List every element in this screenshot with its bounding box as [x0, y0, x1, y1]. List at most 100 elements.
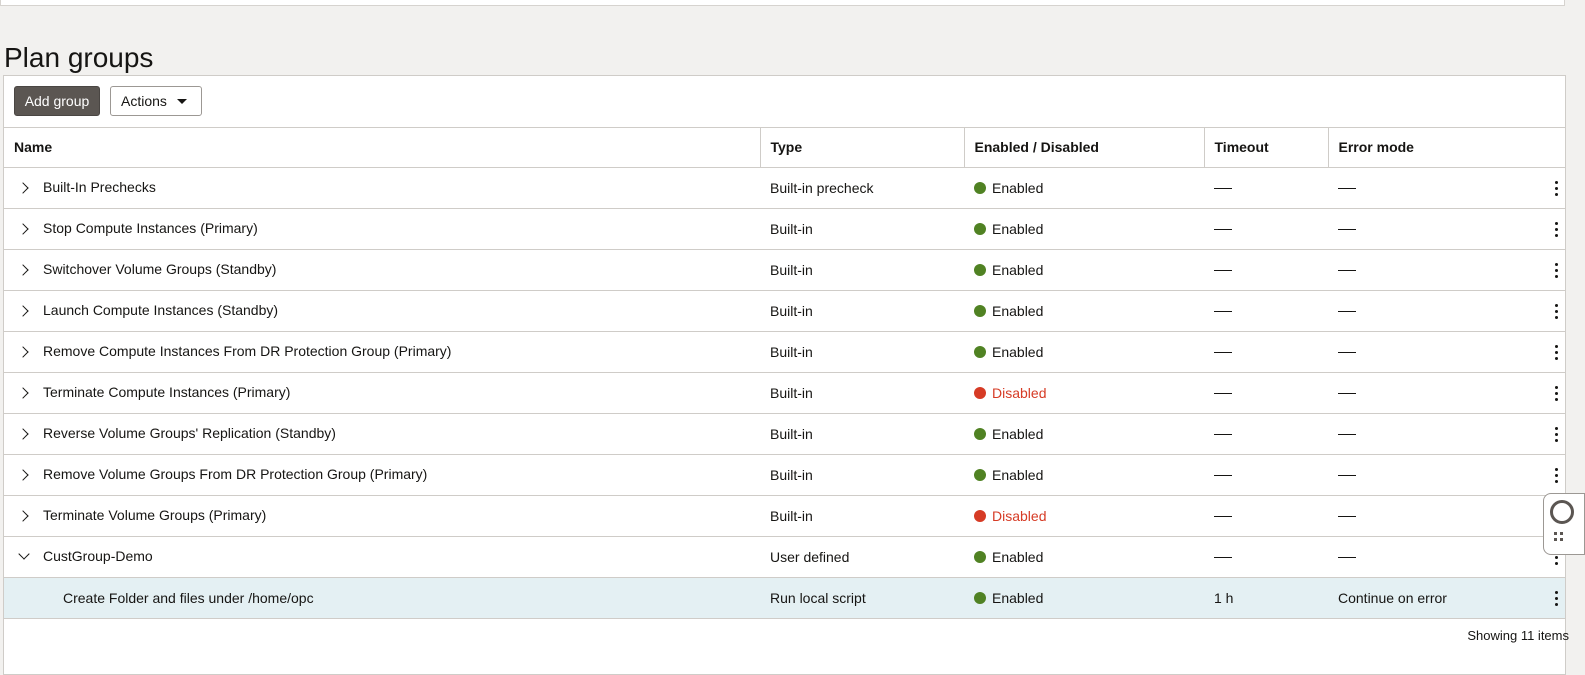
table-row[interactable]: Create Folder and files under /home/opc R…	[4, 577, 1565, 619]
status-enabled-icon	[974, 304, 986, 317]
empty-value-dash	[1214, 188, 1232, 190]
chevron-right-icon	[17, 223, 29, 235]
cell-timeout: 1 h	[1204, 577, 1328, 619]
empty-value-dash	[1214, 352, 1232, 354]
kebab-menu-icon[interactable]	[1555, 221, 1559, 238]
kebab-menu-icon[interactable]	[1555, 385, 1559, 402]
row-name: Create Folder and files under /home/opc	[63, 589, 314, 606]
timeout-value: 1 h	[1214, 589, 1234, 606]
column-header-type[interactable]: Type	[760, 128, 965, 168]
status-enabled-icon	[974, 591, 986, 604]
expand-row-button[interactable]	[15, 221, 35, 237]
kebab-menu-icon[interactable]	[1555, 180, 1559, 197]
column-header-error-mode[interactable]: Error mode	[1328, 128, 1565, 168]
items-count: Showing 11 items	[1467, 628, 1569, 643]
cell-timeout	[1204, 331, 1328, 373]
cell-status: Disabled	[964, 495, 1204, 537]
collapse-row-button[interactable]	[15, 548, 35, 565]
expand-row-button[interactable]	[15, 426, 35, 442]
table-row[interactable]: Remove Compute Instances From DR Protect…	[4, 331, 1565, 373]
chevron-right-icon	[17, 305, 29, 317]
kebab-menu-icon[interactable]	[1555, 467, 1559, 484]
status-text: Enabled	[992, 343, 1044, 360]
cell-type: Built-in	[760, 372, 964, 414]
chevron-right-icon	[17, 182, 29, 194]
column-header-name[interactable]: Name	[4, 128, 761, 168]
cell-status: Disabled	[964, 372, 1204, 414]
status-text: Disabled	[992, 507, 1047, 524]
help-widget[interactable]	[1543, 493, 1585, 555]
kebab-menu-icon[interactable]	[1555, 303, 1559, 320]
expand-row-button[interactable]	[15, 508, 35, 524]
kebab-menu-icon[interactable]	[1555, 262, 1559, 279]
row-name: Remove Volume Groups From DR Protection …	[43, 465, 428, 482]
expand-row-button[interactable]	[15, 467, 35, 483]
cell-type: Built-in	[760, 495, 964, 537]
column-header-status[interactable]: Enabled / Disabled	[964, 128, 1205, 168]
cell-status: Enabled	[964, 290, 1204, 332]
empty-value-dash	[1338, 188, 1356, 190]
chevron-down-icon	[18, 548, 30, 560]
status-enabled-icon	[974, 181, 986, 194]
table-row[interactable]: Remove Volume Groups From DR Protection …	[4, 454, 1565, 496]
table-row[interactable]: Launch Compute Instances (Standby) Built-…	[4, 290, 1565, 332]
row-name: Terminate Compute Instances (Primary)	[43, 383, 291, 400]
plan-groups-table: Name Type Enabled / Disabled Timeout Err…	[4, 128, 1565, 619]
add-group-button[interactable]: Add group	[14, 86, 100, 116]
kebab-menu-icon[interactable]	[1555, 590, 1559, 607]
empty-value-dash	[1338, 352, 1356, 354]
status-text: Enabled	[992, 425, 1044, 442]
cell-status: Enabled	[964, 413, 1204, 455]
empty-value-dash	[1214, 516, 1232, 518]
top-panel-edge	[0, 0, 1565, 6]
actions-menu-button[interactable]: Actions	[110, 86, 202, 116]
status-enabled-icon	[974, 263, 986, 276]
empty-value-dash	[1214, 557, 1232, 559]
expand-row-button[interactable]	[15, 385, 35, 401]
table-row[interactable]: CustGroup-Demo User defined Enabled	[4, 536, 1565, 578]
status-text: Enabled	[992, 220, 1044, 237]
expand-row-button[interactable]	[15, 303, 35, 319]
cell-name: Launch Compute Instances (Standby)	[4, 290, 760, 332]
status-text: Enabled	[992, 589, 1044, 606]
lifebuoy-icon[interactable]	[1550, 500, 1574, 524]
chevron-right-icon	[17, 469, 29, 481]
cell-error-mode	[1328, 454, 1565, 496]
error-mode-value: Continue on error	[1338, 589, 1447, 606]
row-name: Stop Compute Instances (Primary)	[43, 219, 258, 236]
empty-value-dash	[1338, 475, 1356, 477]
expand-row-button[interactable]	[15, 180, 35, 196]
drag-handle-icon[interactable]	[1554, 532, 1568, 546]
expand-row-button[interactable]	[15, 344, 35, 360]
kebab-menu-icon[interactable]	[1555, 344, 1559, 361]
toolbar: Add group Actions	[4, 76, 1565, 128]
cell-status: Enabled	[964, 167, 1204, 209]
chevron-right-icon	[17, 387, 29, 399]
table-row[interactable]: Reverse Volume Groups' Replication (Stan…	[4, 413, 1565, 455]
status-enabled-icon	[974, 427, 986, 440]
table-row[interactable]: Switchover Volume Groups (Standby) Built-…	[4, 249, 1565, 291]
expand-row-button[interactable]	[15, 262, 35, 278]
table-row[interactable]: Stop Compute Instances (Primary) Built-in…	[4, 208, 1565, 250]
status-text: Enabled	[992, 548, 1044, 565]
cell-status: Enabled	[964, 454, 1204, 496]
kebab-menu-icon[interactable]	[1555, 426, 1559, 443]
cell-name: CustGroup-Demo	[4, 536, 760, 578]
cell-timeout	[1204, 372, 1328, 414]
cell-error-mode	[1328, 249, 1565, 291]
cell-timeout	[1204, 495, 1328, 537]
cell-type: Built-in	[760, 413, 964, 455]
cell-name: Terminate Compute Instances (Primary)	[4, 372, 760, 414]
status-text: Enabled	[992, 261, 1044, 278]
cell-error-mode	[1328, 290, 1565, 332]
table-row[interactable]: Terminate Volume Groups (Primary) Built-i…	[4, 495, 1565, 537]
empty-value-dash	[1338, 311, 1356, 313]
table-row[interactable]: Built-In Prechecks Built-in precheck Enabl…	[4, 167, 1565, 209]
cell-status: Enabled	[964, 331, 1204, 373]
cell-error-mode: Continue on error	[1328, 577, 1565, 619]
table-row[interactable]: Terminate Compute Instances (Primary) Bui…	[4, 372, 1565, 414]
empty-value-dash	[1214, 311, 1232, 313]
cell-error-mode	[1328, 372, 1565, 414]
column-header-timeout[interactable]: Timeout	[1204, 128, 1329, 168]
cell-name: Reverse Volume Groups' Replication (Stan…	[4, 413, 760, 455]
